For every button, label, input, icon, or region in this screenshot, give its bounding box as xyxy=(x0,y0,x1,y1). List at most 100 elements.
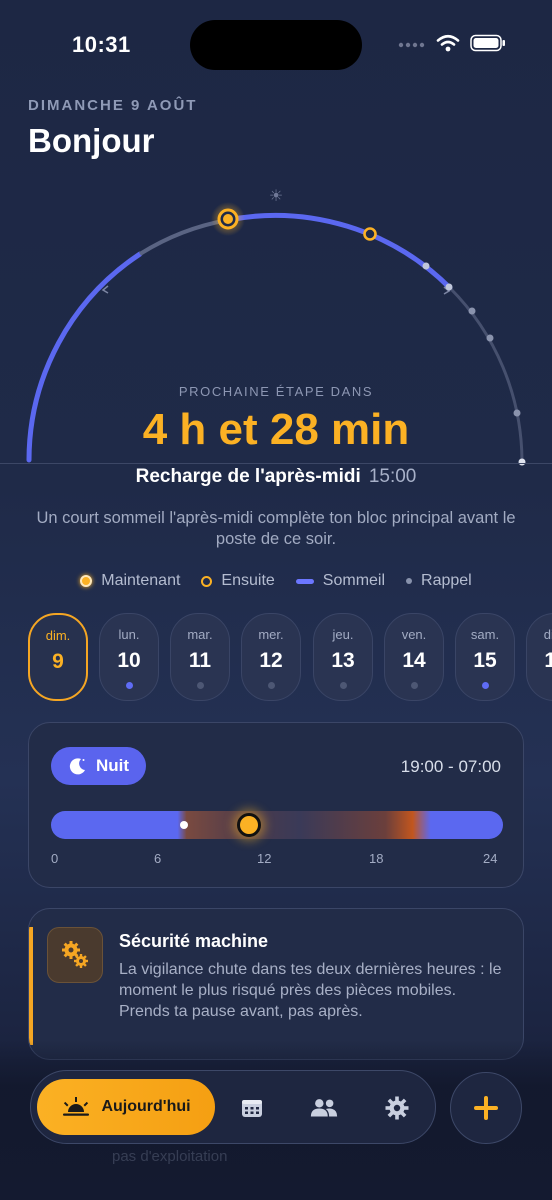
day-name: dim. xyxy=(45,628,71,643)
day-chip[interactable]: sam. 15 xyxy=(455,613,515,701)
now-thumb[interactable] xyxy=(236,813,261,837)
cycle-card[interactable]: Nuit 19:00 - 07:00 0 6 12 18 24 xyxy=(28,722,524,888)
day-number: 15 xyxy=(473,649,497,672)
legend-sleep: Sommeil xyxy=(295,572,386,590)
day-chip[interactable]: lun. 10 xyxy=(99,613,159,701)
tick-label: 18 xyxy=(369,851,384,866)
night-pill-label: Nuit xyxy=(96,756,130,775)
day-chip[interactable]: ven. 14 xyxy=(384,613,444,701)
legend-label: Ensuite xyxy=(221,572,275,589)
sleep-line-icon xyxy=(295,578,314,584)
day-number: 12 xyxy=(259,649,283,672)
reminder-dot xyxy=(486,334,494,342)
arc-sleep-segment-top xyxy=(225,212,453,291)
day-number: 11 xyxy=(188,649,212,672)
tab-bar: Aujourd'hui xyxy=(30,1070,436,1144)
day-selector[interactable]: dim. 9 lun. 10 mar. 11 mer. 12 jeu. 13 v… xyxy=(28,613,552,701)
tick-label: 0 xyxy=(51,851,59,866)
legend-reminder: Rappel xyxy=(406,572,472,590)
add-button[interactable] xyxy=(450,1072,522,1144)
reminder-dot-icon xyxy=(406,578,413,584)
battery-icon xyxy=(470,34,505,52)
next-event: Recharge de l'après-midi 15:00 xyxy=(0,466,552,488)
day-name: lun. xyxy=(118,627,140,642)
signal-icon xyxy=(398,42,425,48)
day-number: 14 xyxy=(402,649,426,672)
safety-text: La vigilance chute dans tes deux dernièr… xyxy=(119,961,502,1020)
horizon-line xyxy=(0,463,552,464)
day-name: mer. xyxy=(258,627,284,642)
day-dot xyxy=(196,682,204,689)
legend-next: Ensuite xyxy=(201,572,275,590)
next-step-label: PROCHAINE ÉTAPE DANS xyxy=(178,384,374,399)
day-name: jeu. xyxy=(332,627,354,642)
plus-icon xyxy=(474,1096,498,1120)
tab-today-label: Aujourd'hui xyxy=(101,1098,191,1115)
legend-label: Rappel xyxy=(421,572,472,589)
date-label: DIMANCHE 9 AOÛT xyxy=(28,97,198,114)
day-number: 16 xyxy=(544,649,552,672)
arc-chevron-left-icon xyxy=(101,285,109,294)
tick-label: 6 xyxy=(154,851,162,866)
tab-today[interactable]: Aujourd'hui xyxy=(37,1079,215,1135)
moon-icon xyxy=(69,758,85,775)
people-icon xyxy=(310,1099,338,1117)
event-time: 15:00 xyxy=(368,466,417,487)
status-bar: 10:31 xyxy=(0,0,552,92)
legend: Maintenant Ensuite Sommeil Rappel xyxy=(0,572,552,590)
reminder-dot xyxy=(445,283,453,291)
tick-label: 12 xyxy=(257,851,272,866)
day-number: 13 xyxy=(331,649,355,672)
day-name: dim. xyxy=(543,627,552,642)
countdown-value: 4 h et 28 min xyxy=(142,405,410,454)
reminder-dot xyxy=(518,458,526,466)
sleep-end-dot xyxy=(180,821,188,829)
card-accent-bar xyxy=(29,927,33,1045)
next-marker-icon xyxy=(201,575,213,587)
day-sleep-dot xyxy=(125,682,133,689)
day-name: ven. xyxy=(401,627,427,642)
team-tab[interactable] xyxy=(309,1091,339,1125)
settings-tab[interactable] xyxy=(382,1091,412,1125)
reminder-dot xyxy=(468,307,476,315)
now-marker-icon xyxy=(80,575,93,587)
day-dot xyxy=(339,682,347,689)
legend-label: Sommeil xyxy=(322,572,386,589)
reminder-dot xyxy=(422,262,430,270)
now-marker-core xyxy=(223,214,233,224)
gears-icon xyxy=(47,927,103,983)
tick-label: 24 xyxy=(483,851,498,866)
safety-title: Sécurité machine xyxy=(119,931,269,951)
legend-now: Maintenant xyxy=(80,572,180,590)
event-description: Un court sommeil l'après-midi complète t… xyxy=(36,509,516,548)
greeting-title: Bonjour xyxy=(28,122,155,159)
legend-label: Maintenant xyxy=(101,572,181,589)
day-chip[interactable]: mer. 12 xyxy=(241,613,301,701)
day-chip[interactable]: dim. 16 xyxy=(526,613,552,701)
sun-icon: ☀ xyxy=(269,186,283,205)
day-number: 9 xyxy=(52,650,64,673)
day-dot xyxy=(267,682,275,689)
sunrise-icon xyxy=(63,1097,90,1116)
day-chip[interactable]: mar. 11 xyxy=(170,613,230,701)
day-sleep-dot xyxy=(481,682,489,689)
calendar-tab[interactable] xyxy=(237,1091,267,1125)
next-marker[interactable] xyxy=(363,227,377,241)
background-hint-text: pas d'exploitation xyxy=(112,1148,228,1165)
cycle-timeline-bar[interactable] xyxy=(51,811,503,839)
calendar-icon xyxy=(242,1100,262,1117)
day-chip-selected[interactable]: dim. 9 xyxy=(28,613,88,701)
status-icons xyxy=(398,34,506,52)
night-range: 19:00 - 07:00 xyxy=(400,757,501,776)
day-dot xyxy=(410,682,418,689)
day-name: sam. xyxy=(470,627,500,642)
safety-card[interactable]: Sécurité machine La vigilance chute dans… xyxy=(28,908,524,1060)
event-name: Recharge de l'après-midi xyxy=(135,466,361,487)
gear-icon xyxy=(385,1096,409,1120)
day-name: mar. xyxy=(187,627,213,642)
day-number: 10 xyxy=(117,649,141,672)
night-toggle-button[interactable]: Nuit xyxy=(51,747,147,785)
wifi-icon xyxy=(436,34,460,52)
status-time: 10:31 xyxy=(72,32,131,57)
day-chip[interactable]: jeu. 13 xyxy=(313,613,373,701)
